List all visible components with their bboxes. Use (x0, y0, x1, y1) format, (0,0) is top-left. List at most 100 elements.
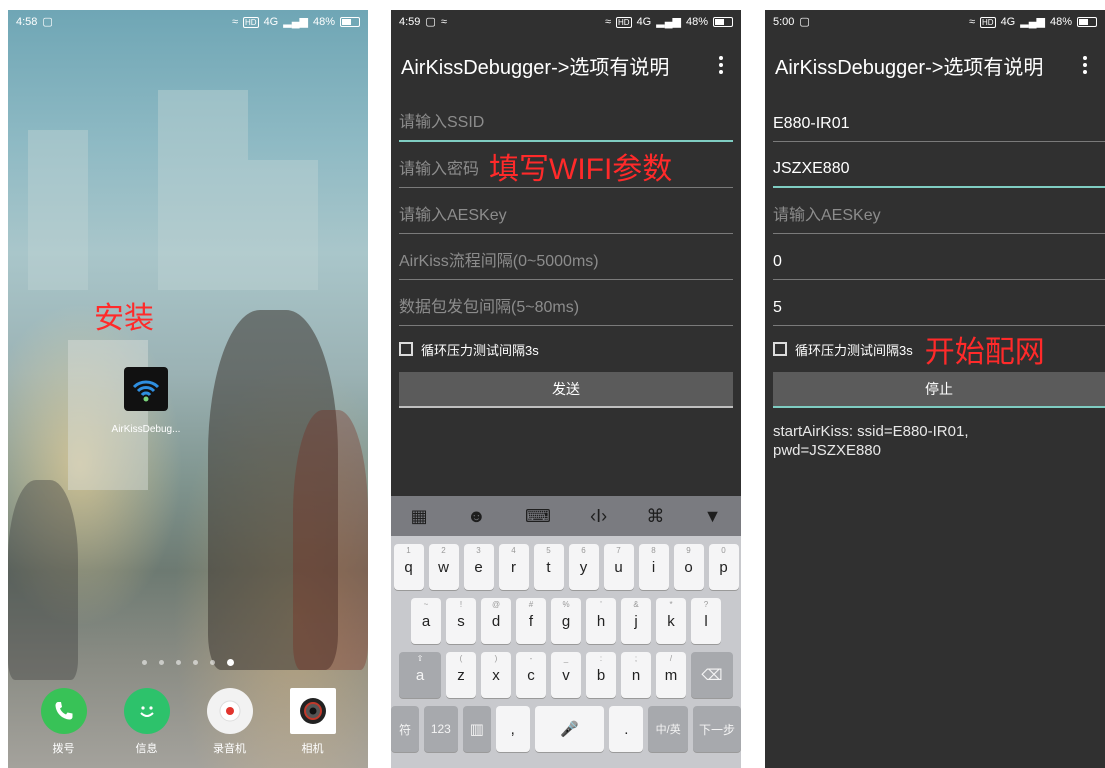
key[interactable]: 1q (393, 544, 424, 590)
signal-label: 4G (1000, 16, 1016, 28)
dock-label: 录音机 (213, 743, 246, 755)
symbol-key[interactable]: 符 (391, 706, 419, 752)
emoji-icon[interactable]: ☻ (467, 506, 486, 527)
overflow-menu-icon[interactable] (1075, 56, 1095, 74)
command-icon[interactable]: ⌘ (646, 506, 664, 527)
status-bar: 4:59 ▢ ≈ ≈ HD 4G ▂▄▆ 48% (391, 10, 741, 34)
key[interactable]: 4r (498, 544, 529, 590)
stress-test-label: 循环压力测试间隔3s (421, 342, 539, 358)
key[interactable]: 3e (463, 544, 494, 590)
key[interactable]: ! s (446, 598, 476, 644)
key[interactable]: -c (516, 652, 546, 698)
config-form: 请输入SSID 请输入密码 填写WIFI参数 请输入AESKey AirKiss… (399, 96, 733, 408)
aeskey-input[interactable]: 请输入AESKey (773, 188, 1105, 234)
key[interactable]: ~ a (411, 598, 441, 644)
password-placeholder: 请输入密码 (399, 161, 480, 178)
period-key[interactable]: . (609, 706, 644, 752)
hd-badge: HD (616, 16, 632, 28)
airkiss-interval-input[interactable]: AirKiss流程间隔(0~5000ms) (399, 234, 733, 280)
key[interactable]: & j (621, 598, 651, 644)
key[interactable]: ) x (481, 652, 511, 698)
key[interactable]: :b (586, 652, 616, 698)
ssid-input[interactable]: 请输入SSID (399, 96, 733, 142)
dock-item-dialer[interactable]: 拨号 (32, 688, 96, 756)
install-annotation: 安装 (94, 302, 154, 335)
stress-test-row[interactable]: 循环压力测试间隔3s 开始配网 (773, 326, 1105, 372)
key[interactable]: 6y (568, 544, 599, 590)
aeskey-input[interactable]: 请输入AESKey (399, 188, 733, 234)
packet-interval-input[interactable]: 数据包发包间隔(5~80ms) (399, 280, 733, 326)
comma-key[interactable]: , (495, 706, 530, 752)
key[interactable]: 5t (533, 544, 564, 590)
next-key[interactable]: 下一步 (693, 706, 741, 752)
key[interactable]: 9o (673, 544, 704, 590)
dock-item-messages[interactable]: 信息 (115, 688, 179, 756)
log-line: startAirKiss: ssid=E880-IR01, (773, 423, 969, 440)
collapse-keyboard-icon[interactable]: ▼ (704, 506, 722, 527)
key[interactable]: 0p (708, 544, 739, 590)
keyboard-icon[interactable]: ⌨ (525, 506, 551, 527)
airkiss-app-icon[interactable] (124, 367, 168, 411)
microphone-icon: 🎤 (560, 721, 579, 738)
wifi-icon: ≈ (968, 15, 975, 28)
key[interactable]: _ v (551, 652, 581, 698)
number-key[interactable]: 123 (423, 706, 458, 752)
password-input[interactable]: JSZXE880 (773, 142, 1105, 188)
keyboard-row-4: 符 123 ▥ , 🎤 . 中/英 下一步 (391, 706, 741, 752)
key[interactable]: / m (656, 652, 686, 698)
handwriting-key[interactable]: ▥ (462, 706, 491, 752)
stress-test-label: 循环压力测试间隔3s (795, 342, 913, 358)
stress-test-checkbox[interactable] (399, 342, 413, 356)
message-icon (123, 688, 170, 734)
ssid-input[interactable]: E880-IR01 (773, 96, 1105, 142)
notification-icon: ▢ (799, 15, 810, 28)
recorder-icon (206, 688, 253, 734)
stress-test-checkbox[interactable] (773, 342, 787, 356)
page-dot (210, 660, 215, 665)
key[interactable]: % g (551, 598, 581, 644)
dock-label: 拨号 (52, 743, 75, 755)
signal-label: 4G (263, 16, 279, 28)
dock-label: 相机 (301, 743, 324, 755)
password-input[interactable]: 请输入密码 填写WIFI参数 (399, 142, 733, 188)
battery-icon (713, 17, 733, 27)
page-dot (142, 660, 147, 665)
key[interactable]: ' h (586, 598, 616, 644)
key[interactable]: ; n (621, 652, 651, 698)
dock-item-recorder[interactable]: 录音机 (198, 688, 262, 756)
airkiss-interval-input[interactable]: 0 (773, 234, 1105, 280)
send-button[interactable]: 发送 (399, 372, 733, 408)
space-key[interactable]: 🎤 (534, 706, 605, 752)
app-bar: AirKissDebugger->选项有说明 (391, 34, 741, 96)
backspace-key[interactable]: ⌫ (691, 652, 733, 698)
status-time: 5:00 (773, 16, 795, 28)
backspace-icon: ⌫ (701, 667, 723, 684)
key[interactable]: 8i (638, 544, 669, 590)
handwriting-icon: ▥ (469, 721, 484, 738)
key[interactable]: (z (446, 652, 476, 698)
key[interactable]: * k (656, 598, 686, 644)
keyboard-toolbar: ▦ ☻ ⌨ ‹I› ⌘ ▼ (391, 496, 741, 536)
key[interactable]: # f (516, 598, 546, 644)
fill-wifi-annotation: 填写WIFI参数 (489, 153, 673, 186)
key[interactable]: ? l (691, 598, 721, 644)
stop-button[interactable]: 停止 (773, 372, 1105, 408)
soft-keyboard: ▦ ☻ ⌨ ‹I› ⌘ ▼ 1q 2w 3e 4r 5t 6y 7u 8i 9o… (391, 496, 741, 768)
dock-item-camera[interactable]: 相机 (281, 688, 345, 756)
packet-interval-input[interactable]: 5 (773, 280, 1105, 326)
wifi-icon: ≈ (231, 15, 238, 28)
key[interactable]: @ d (481, 598, 511, 644)
shift-key[interactable]: ⇧ a (399, 652, 441, 698)
battery-percent: 48% (685, 16, 708, 28)
key[interactable]: 2w (428, 544, 459, 590)
overflow-menu-icon[interactable] (711, 56, 731, 74)
grid-icon[interactable]: ▦ (411, 506, 428, 527)
key[interactable]: 7u (603, 544, 634, 590)
stress-test-row[interactable]: 循环压力测试间隔3s (399, 326, 733, 372)
status-bar: 4:58 ▢ ≈ HD 4G ▂▄▆ 48% (8, 10, 368, 34)
language-switch-key[interactable]: 中/英 (648, 706, 689, 752)
page-dot (176, 660, 181, 665)
signal-bars-icon: ▂▄▆ (656, 15, 681, 28)
cursor-icon[interactable]: ‹I› (590, 506, 607, 527)
airkiss-app-label: AirKissDebug... (111, 424, 181, 435)
